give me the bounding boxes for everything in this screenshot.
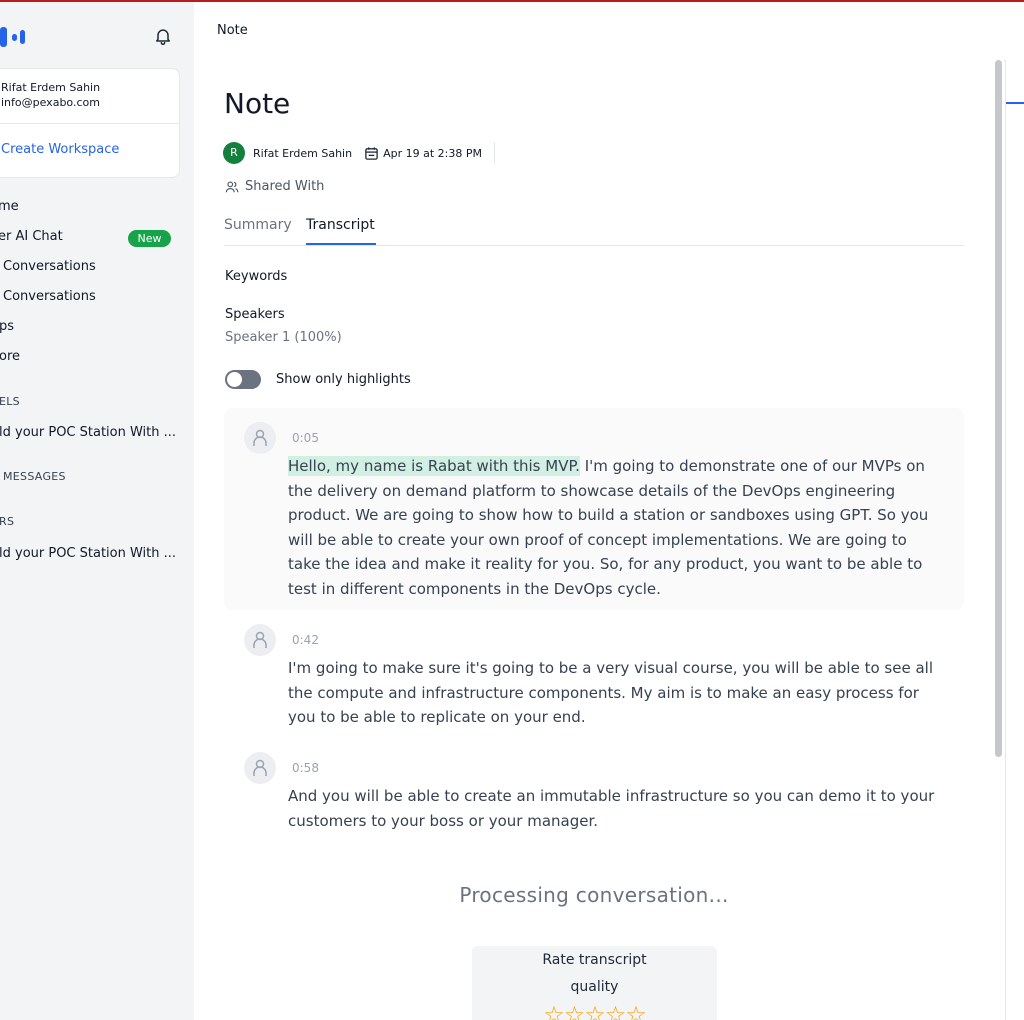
star-icon[interactable]: ☆	[605, 1001, 626, 1020]
processing-status: Processing conversation...	[459, 883, 729, 907]
calendar-icon	[365, 146, 378, 160]
segment-body: And you will be able to create an immuta…	[288, 787, 935, 830]
toggle-knob	[227, 372, 242, 387]
shared-with-button[interactable]: Shared With	[225, 179, 324, 194]
sidebar: Rifat Erdem Sahin info@pexabo.com Create…	[0, 2, 194, 1020]
user-icon	[253, 759, 267, 776]
rate-label-quality: quality	[570, 979, 619, 995]
note-main: Note R Rifat Erdem Sahin Apr 19 at 2:38 …	[194, 60, 1004, 1020]
star-rating: ☆☆☆☆☆	[472, 1001, 717, 1020]
user-icon	[253, 429, 267, 446]
keywords-label: Keywords	[225, 269, 288, 284]
user-icon	[253, 631, 267, 648]
right-panel	[1005, 60, 1024, 1020]
avatar: R	[223, 142, 245, 164]
speakers-label: Speakers	[225, 307, 285, 322]
member-item[interactable]: ld your POC Station With ...	[0, 546, 176, 561]
note-meta: R Rifat Erdem Sahin Apr 19 at 2:38 PM	[223, 142, 495, 164]
workspace-card: Rifat Erdem Sahin info@pexabo.com Create…	[0, 68, 180, 178]
nav-item-ai-chat[interactable]: er AI Chat	[0, 229, 63, 244]
segment-timestamp: 0:05	[292, 431, 319, 445]
scrollbar-thumb[interactable]	[995, 60, 1002, 757]
segment-body: I'm going to make sure it's going to be …	[288, 659, 933, 726]
tab-summary[interactable]: Summary	[224, 217, 292, 233]
new-badge: New	[128, 230, 171, 247]
star-icon[interactable]: ☆	[564, 1001, 585, 1020]
nav-item-explore[interactable]: ore	[0, 349, 20, 364]
nav-item-apps[interactable]: ps	[0, 319, 14, 334]
transcript-segment[interactable]: 0:42 I'm going to make sure it's going t…	[224, 610, 964, 735]
nav-item-conversations[interactable]: Conversations	[3, 259, 96, 274]
rate-label: Rate transcript	[542, 952, 647, 968]
shared-with-label: Shared With	[245, 179, 325, 194]
highlighted-text[interactable]: Hello, my name is Rabat with this MVP.	[288, 456, 580, 476]
section-channels: ELS	[0, 395, 20, 408]
note-date: Apr 19 at 2:38 PM	[383, 146, 482, 160]
page-title: Note	[224, 87, 291, 120]
speaker-avatar	[244, 752, 276, 784]
author-name: Rifat Erdem Sahin	[253, 146, 353, 160]
transcript-segment[interactable]: 0:58 And you will be able to create an i…	[224, 738, 964, 843]
section-direct-messages: MESSAGES	[3, 470, 66, 483]
top-header: Note	[194, 2, 1024, 61]
section-members: RS	[0, 515, 15, 528]
highlights-toggle-label: Show only highlights	[276, 372, 411, 387]
rate-transcript-panel: Rate transcript quality ☆☆☆☆☆	[472, 946, 717, 1020]
transcript-segment[interactable]: 0:05 Hello, my name is Rabat with this M…	[224, 408, 964, 610]
speaker-share: Speaker 1 (100%)	[225, 330, 342, 345]
nav-item-shared-conversations[interactable]: Conversations	[3, 289, 96, 304]
note-tabs: Summary Transcript	[224, 215, 964, 246]
nav-item-home[interactable]: me	[0, 199, 19, 214]
segment-body: I'm going to demonstrate one of our MVPs…	[288, 457, 929, 598]
segment-text: Hello, my name is Rabat with this MVP. I…	[288, 454, 938, 601]
right-panel-tab-indicator	[1006, 102, 1024, 104]
star-icon[interactable]: ☆	[584, 1001, 605, 1020]
bell-icon[interactable]	[153, 26, 173, 46]
channel-item[interactable]: ld your POC Station With ...	[0, 425, 176, 440]
create-workspace-button[interactable]: Create Workspace	[1, 142, 119, 157]
profile-email: info@pexabo.com	[1, 96, 100, 109]
speaker-avatar	[244, 422, 276, 454]
card-divider	[0, 123, 179, 124]
breadcrumb: Note	[217, 23, 248, 38]
meta-divider	[494, 142, 495, 164]
users-icon	[225, 181, 239, 192]
active-tab-indicator	[306, 243, 376, 245]
segment-timestamp: 0:58	[292, 761, 319, 775]
profile-name: Rifat Erdem Sahin	[1, 81, 101, 94]
segment-timestamp: 0:42	[292, 633, 319, 647]
highlights-toggle[interactable]	[225, 370, 261, 389]
speaker-avatar	[244, 624, 276, 656]
star-icon[interactable]: ☆	[543, 1001, 564, 1020]
tab-transcript[interactable]: Transcript	[306, 217, 375, 233]
star-icon[interactable]: ☆	[625, 1001, 646, 1020]
